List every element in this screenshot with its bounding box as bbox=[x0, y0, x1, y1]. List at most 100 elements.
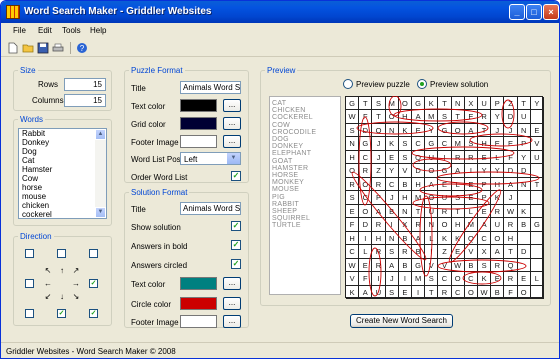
grid-cell: Y bbox=[425, 123, 439, 138]
preview-word: RABBIT bbox=[272, 200, 300, 208]
grid-cell: Q bbox=[464, 231, 478, 246]
grid-cell: O bbox=[451, 123, 465, 138]
scroll-down-icon[interactable]: ▼ bbox=[95, 207, 106, 218]
rows-label: Rows bbox=[38, 80, 59, 89]
new-file-icon[interactable] bbox=[7, 42, 19, 54]
grid-cell: Z bbox=[438, 245, 452, 259]
open-folder-icon[interactable] bbox=[22, 42, 34, 54]
puzzle-grid-color-swatch bbox=[180, 117, 217, 130]
words-list-item[interactable]: Rabbit bbox=[19, 129, 106, 138]
direction-north-east-checkbox[interactable] bbox=[89, 249, 98, 258]
solution-text-color-button[interactable]: ... bbox=[223, 277, 241, 290]
puzzle-text-color-button[interactable]: ... bbox=[223, 99, 241, 112]
answers-circled-checkbox[interactable]: ✓ bbox=[231, 259, 241, 269]
save-icon[interactable] bbox=[37, 42, 49, 54]
grid-cell: I bbox=[398, 272, 412, 286]
puzzle-text-color-swatch bbox=[180, 99, 217, 112]
word-list-pos-label: Word List Pos bbox=[131, 155, 181, 164]
preview-word: TURTLE bbox=[272, 222, 301, 230]
grid-cell: P bbox=[478, 177, 492, 192]
words-list-item[interactable]: mouse bbox=[19, 192, 106, 201]
words-list-item[interactable]: Cat bbox=[19, 156, 106, 165]
grid-cell: R bbox=[491, 258, 505, 273]
title-bar[interactable]: Word Search Maker - Griddler Websites _ … bbox=[1, 1, 559, 23]
arrow-south-west-icon: ↙ bbox=[44, 292, 52, 301]
solution-footer-image-box bbox=[180, 315, 217, 328]
menu-help[interactable]: Help bbox=[90, 26, 106, 35]
grid-cell: R bbox=[372, 177, 386, 192]
puzzle-title-input[interactable]: Animals Word Sea bbox=[180, 81, 241, 94]
words-list-item[interactable]: cockerel bbox=[19, 210, 106, 218]
direction-legend: Direction bbox=[20, 232, 52, 241]
rows-input[interactable]: 15 bbox=[64, 78, 106, 91]
grid-cell: R bbox=[372, 245, 386, 259]
show-solution-checkbox[interactable]: ✓ bbox=[231, 221, 241, 231]
direction-south-east-checkbox[interactable]: ✓ bbox=[89, 309, 98, 318]
chevron-down-icon[interactable]: ▼ bbox=[227, 153, 240, 164]
maximize-button[interactable]: □ bbox=[526, 4, 542, 20]
print-icon[interactable] bbox=[52, 42, 64, 54]
grid-cell: K bbox=[451, 231, 465, 246]
grid-cell: C bbox=[464, 272, 478, 286]
words-list-item[interactable]: Cow bbox=[19, 174, 106, 183]
grid-cell bbox=[530, 245, 544, 259]
grid-cell: R bbox=[398, 245, 412, 259]
solution-footer-image-label: Footer Image bbox=[131, 318, 179, 327]
solution-title-input[interactable]: Animals Word Sea bbox=[180, 202, 241, 215]
grid-cell: S bbox=[478, 258, 492, 273]
puzzle-grid-color-label: Grid color bbox=[131, 120, 166, 129]
preview-puzzle-radio[interactable] bbox=[343, 79, 353, 89]
words-list-item[interactable]: horse bbox=[19, 183, 106, 192]
circle-color-button[interactable]: ... bbox=[223, 297, 241, 310]
direction-west-checkbox[interactable] bbox=[25, 279, 34, 288]
word-list-pos-select[interactable]: Left ▼ bbox=[180, 152, 241, 165]
grid-cell bbox=[530, 164, 544, 178]
words-list-item[interactable]: Hamster bbox=[19, 165, 106, 174]
grid-cell: C bbox=[346, 245, 360, 259]
arrow-south-east-icon: ↘ bbox=[72, 292, 80, 301]
words-list-item[interactable]: Donkey bbox=[19, 138, 106, 147]
solution-footer-image-button[interactable]: ... bbox=[223, 315, 241, 328]
menu-file[interactable]: File bbox=[13, 26, 26, 35]
words-list-item[interactable]: Dog bbox=[19, 147, 106, 156]
grid-cell: A bbox=[385, 258, 399, 273]
grid-cell: D bbox=[517, 164, 531, 178]
grid-cell: B bbox=[517, 218, 531, 232]
help-icon[interactable]: ? bbox=[76, 42, 88, 54]
grid-cell: X bbox=[398, 218, 412, 232]
grid-cell: S bbox=[398, 150, 412, 165]
create-new-word-search-button[interactable]: Create New Word Search bbox=[350, 314, 453, 328]
menu-tools[interactable]: Tools bbox=[62, 26, 81, 35]
grid-cell: A bbox=[491, 245, 505, 259]
minimize-button[interactable]: _ bbox=[509, 4, 525, 20]
grid-cell: K bbox=[346, 285, 360, 299]
close-button[interactable]: × bbox=[543, 4, 559, 20]
grid-cell: O bbox=[425, 191, 439, 205]
scroll-up-icon[interactable]: ▲ bbox=[95, 129, 106, 140]
puzzle-footer-image-button[interactable]: ... bbox=[223, 135, 241, 148]
words-list[interactable]: Rabbit Donkey Dog Cat Hamster Cow horse mouse ch… bbox=[18, 128, 107, 219]
order-word-list-checkbox[interactable]: ✓ bbox=[231, 171, 241, 181]
puzzle-grid-color-button[interactable]: ... bbox=[223, 117, 241, 130]
grid-cell: O bbox=[398, 97, 412, 111]
words-list-item[interactable]: chicken bbox=[19, 201, 106, 210]
grid-cell: B bbox=[398, 258, 412, 273]
grid-cell: H bbox=[478, 137, 492, 151]
preview-solution-radio[interactable] bbox=[417, 79, 427, 89]
direction-south-west-checkbox[interactable] bbox=[25, 309, 34, 318]
grid-cell: O bbox=[464, 285, 478, 299]
direction-north-checkbox[interactable] bbox=[57, 249, 66, 258]
preview-word: HAMSTER bbox=[272, 164, 309, 172]
menu-edit[interactable]: Edit bbox=[38, 26, 52, 35]
words-scrollbar[interactable]: ▲ ▼ bbox=[95, 129, 106, 218]
grid-cell: R bbox=[372, 258, 386, 273]
grid-cell: O bbox=[517, 285, 531, 299]
columns-input[interactable]: 15 bbox=[64, 94, 106, 107]
direction-south-checkbox[interactable]: ✓ bbox=[57, 309, 66, 318]
puzzle-text-color-label: Text color bbox=[131, 102, 166, 111]
answers-bold-checkbox[interactable]: ✓ bbox=[231, 240, 241, 250]
direction-north-west-checkbox[interactable] bbox=[25, 249, 34, 258]
direction-east-checkbox[interactable]: ✓ bbox=[89, 279, 98, 288]
grid-cell: G bbox=[359, 137, 373, 151]
grid-cell: B bbox=[464, 258, 478, 273]
